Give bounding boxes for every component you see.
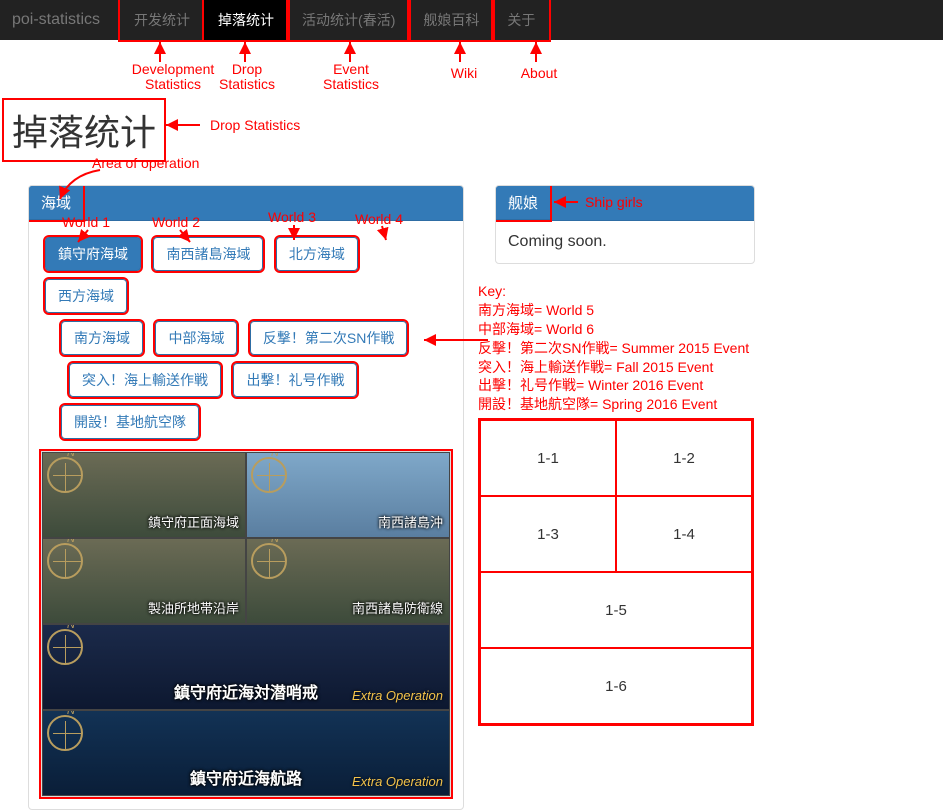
map-1-2[interactable]: N南西諸島沖 [246, 452, 450, 538]
world-btn-9[interactable]: 出撃！礼号作戦 [233, 363, 357, 397]
world-btn-10[interactable]: 開設！基地航空隊 [61, 405, 199, 439]
navbar: poi-statistics 开发统计 掉落统计 活动统计(春活) 舰娘百科 关… [0, 0, 943, 40]
panel-ship-header-wrap: 舰娘 [496, 186, 754, 221]
ann-page-title: Drop Statistics [210, 118, 300, 133]
key-line-1: 中部海域= World 6 [478, 320, 749, 339]
nav-about[interactable]: 关于 [493, 0, 549, 40]
nav-development[interactable]: 开发统计 [120, 0, 204, 40]
map-1-6[interactable]: N鎮守府近海航路Extra Operation [42, 710, 450, 796]
world-btn-3[interactable]: 北方海域 [276, 237, 358, 271]
panel-ship: 舰娘 Coming soon. [495, 185, 755, 264]
key-block: Key: 南方海域= World 5 中部海域= World 6 反擊！第二次S… [478, 282, 749, 414]
world-btn-1[interactable]: 鎮守府海域 [45, 237, 141, 271]
world-btn-5[interactable]: 南方海域 [61, 321, 143, 355]
panel-area-header-wrap: 海域 [29, 186, 463, 221]
ann-nav-about: About [514, 66, 564, 81]
map-thumbnails: N鎮守府正面海域 N南西諸島沖 N製油所地帯沿岸 N南西諸島防衛線 N鎮守府近海… [41, 451, 451, 797]
nav-wiki[interactable]: 舰娘百科 [409, 0, 493, 40]
key-line-4: 出擊！礼号作戦= Winter 2016 Event [478, 376, 749, 395]
key-title: Key: [478, 282, 749, 301]
ann-nav-dev: DevelopmentStatistics [128, 62, 218, 93]
map-1-5[interactable]: N鎮守府近海対潜哨戒Extra Operation [42, 624, 450, 710]
panel-area: 海域 鎮守府海域 南西諸島海域 北方海域 西方海域 南方海域 中部海域 反撃！第… [28, 185, 464, 810]
key-line-5: 開設！基地航空隊= Spring 2016 Event [478, 395, 749, 414]
world-btn-2[interactable]: 南西諸島海域 [153, 237, 263, 271]
world-btn-7[interactable]: 反撃！第二次SN作戦 [250, 321, 407, 355]
ann-nav-drop: DropStatistics [212, 62, 282, 93]
submap-1-1[interactable]: 1-1 [480, 420, 616, 496]
ann-nav-wiki: Wiki [444, 66, 484, 81]
world-btn-8[interactable]: 突入！海上輸送作戦 [69, 363, 221, 397]
panel-ship-header: 舰娘 [496, 186, 550, 220]
panel-area-header: 海域 [29, 186, 83, 220]
key-line-0: 南方海域= World 5 [478, 301, 749, 320]
ann-nav-event: EventStatistics [316, 62, 386, 93]
map-1-4[interactable]: N南西諸島防衛線 [246, 538, 450, 624]
submap-1-6[interactable]: 1-6 [480, 648, 752, 724]
nav-event[interactable]: 活动统计(春活) [288, 0, 409, 40]
world-btn-6[interactable]: 中部海域 [155, 321, 237, 355]
map-1-1[interactable]: N鎮守府正面海域 [42, 452, 246, 538]
map-1-3[interactable]: N製油所地帯沿岸 [42, 538, 246, 624]
submap-grid: 1-1 1-2 1-3 1-4 1-5 1-6 [478, 418, 754, 726]
nav-drop[interactable]: 掉落统计 [204, 0, 288, 40]
submap-1-3[interactable]: 1-3 [480, 496, 616, 572]
submap-1-2[interactable]: 1-2 [616, 420, 752, 496]
panel-area-body: 鎮守府海域 南西諸島海域 北方海域 西方海域 南方海域 中部海域 反撃！第二次S… [29, 221, 463, 809]
page-title: 掉落统计 [4, 100, 164, 160]
submap-1-4[interactable]: 1-4 [616, 496, 752, 572]
key-line-3: 突入！海上輸送作戦= Fall 2015 Event [478, 358, 749, 377]
panel-ship-body: Coming soon. [496, 221, 754, 263]
world-btn-4[interactable]: 西方海域 [45, 279, 127, 313]
brand: poi-statistics [12, 11, 100, 29]
submap-1-5[interactable]: 1-5 [480, 572, 752, 648]
key-line-2: 反擊！第二次SN作戦= Summer 2015 Event [478, 339, 749, 358]
